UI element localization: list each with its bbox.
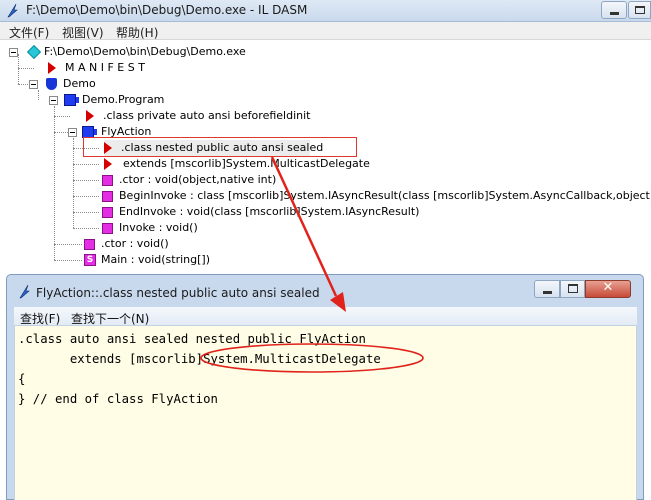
tree-item-label: extends [mscorlib]System.MulticastDelega… bbox=[123, 157, 370, 170]
code-line: extends [mscorlib]System.MulticastDelega… bbox=[18, 352, 381, 366]
method-icon bbox=[102, 207, 113, 218]
collapse-flyaction-toggle[interactable] bbox=[68, 128, 77, 137]
tree-connector bbox=[54, 106, 55, 260]
window-title: F:\Demo\Demo\bin\Debug\Demo.exe - IL DAS… bbox=[26, 3, 308, 17]
method-icon bbox=[102, 191, 113, 202]
minimize-button[interactable] bbox=[601, 1, 627, 19]
menu-bar: 文件(F) 视图(V) 帮助(H) bbox=[0, 22, 651, 40]
class-icon bbox=[64, 94, 79, 106]
assembly-tree[interactable]: F:\Demo\Demo\bin\Debug\Demo.exe M A N I … bbox=[0, 40, 651, 280]
tree-connector bbox=[73, 196, 99, 197]
tree-item-label: BeginInvoke : class [mscorlib]System.IAs… bbox=[119, 189, 651, 202]
class-decl-marker-icon bbox=[86, 110, 94, 122]
ildasm-app-icon bbox=[19, 284, 30, 299]
menu-find[interactable]: 查找(F) bbox=[20, 310, 60, 327]
assembly-icon bbox=[26, 44, 42, 60]
tree-item-label: .ctor : void(object,native int) bbox=[119, 173, 277, 186]
close-icon: ✕ bbox=[602, 280, 614, 295]
tree-item-label: M A N I F E S T bbox=[65, 61, 145, 74]
method-icon bbox=[84, 239, 95, 250]
child-window-title: FlyAction::.class nested public auto ans… bbox=[36, 286, 320, 300]
code-line: .class auto ansi sealed nested public Fl… bbox=[18, 332, 366, 346]
method-icon bbox=[102, 175, 113, 186]
tree-item-label: Demo bbox=[63, 77, 96, 90]
collapse-program-toggle[interactable] bbox=[49, 96, 58, 105]
disassembly-window: FlyAction::.class nested public auto ans… bbox=[6, 274, 644, 500]
tree-connector bbox=[38, 90, 39, 100]
static-method-icon: S bbox=[84, 254, 96, 266]
tree-connector bbox=[73, 138, 74, 228]
child-maximize-button[interactable] bbox=[560, 280, 585, 298]
menu-help[interactable]: 帮助(H) bbox=[116, 24, 158, 41]
namespace-icon bbox=[46, 78, 57, 90]
tree-connector bbox=[73, 164, 99, 165]
tree-item-label: Demo.Program bbox=[82, 93, 165, 106]
child-title-bar[interactable]: FlyAction::.class nested public auto ans… bbox=[7, 275, 643, 307]
tree-item-label: Invoke : void() bbox=[119, 221, 198, 234]
tree-connector bbox=[73, 180, 99, 181]
tree-item-label: F:\Demo\Demo\bin\Debug\Demo.exe bbox=[44, 45, 246, 58]
child-close-button[interactable]: ✕ bbox=[585, 280, 631, 298]
method-icon bbox=[102, 223, 113, 234]
child-minimize-button[interactable] bbox=[534, 280, 560, 298]
tree-item-label: .class private auto ansi beforefieldinit bbox=[103, 109, 311, 122]
tree-connector bbox=[18, 54, 19, 84]
tree-connector bbox=[54, 116, 70, 117]
child-menu-bar: 查找(F) 查找下一个(N) bbox=[14, 307, 637, 326]
tree-connector bbox=[54, 244, 82, 245]
extends-marker-icon bbox=[104, 158, 112, 170]
il-code-view[interactable]: .class auto ansi sealed nested public Fl… bbox=[14, 326, 637, 500]
tree-item-label: EndInvoke : void(class [mscorlib]System.… bbox=[119, 205, 420, 218]
tree-connector bbox=[54, 132, 68, 133]
tree-connector bbox=[73, 212, 99, 213]
tree-connector bbox=[73, 228, 99, 229]
menu-find-next[interactable]: 查找下一个(N) bbox=[71, 310, 149, 327]
tree-connector bbox=[18, 68, 34, 69]
ildasm-app-icon bbox=[7, 3, 18, 18]
menu-file[interactable]: 文件(F) bbox=[9, 24, 49, 41]
title-bar[interactable]: F:\Demo\Demo\bin\Debug\Demo.exe - IL DAS… bbox=[0, 0, 651, 22]
collapse-demo-toggle[interactable] bbox=[29, 80, 38, 89]
tree-item-label: .ctor : void() bbox=[101, 237, 169, 250]
tree-item-label: Main : void(string[]) bbox=[101, 253, 210, 266]
annotation-highlight-box bbox=[83, 137, 357, 157]
code-line: { bbox=[18, 372, 26, 386]
collapse-root-toggle[interactable] bbox=[9, 48, 18, 57]
code-line: } // end of class FlyAction bbox=[18, 392, 218, 406]
manifest-marker-icon bbox=[48, 62, 56, 74]
tree-connector bbox=[54, 260, 82, 261]
menu-view[interactable]: 视图(V) bbox=[62, 24, 104, 41]
maximize-button[interactable] bbox=[628, 1, 651, 19]
